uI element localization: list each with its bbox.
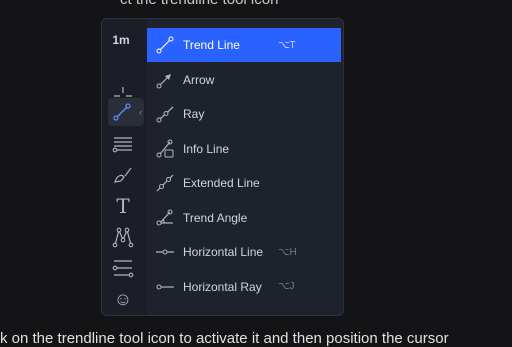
menu-item-label: Horizontal Line [183, 245, 264, 259]
shortcut-hint: ⌥H [278, 246, 297, 258]
extended-line-icon [147, 173, 183, 193]
menu-item-label: Ray [183, 107, 205, 121]
menu-item-extended-line[interactable]: Extended Line [147, 166, 341, 200]
menu-item-arrow[interactable]: Arrow [147, 63, 341, 97]
menu-item-label: Extended Line [183, 176, 260, 190]
menu-item-horizontal-ray[interactable]: Horizontal Ray ⌥J [147, 270, 341, 304]
menu-item-trend-line[interactable]: Trend Line ⌥T [147, 28, 341, 62]
prediction-tool[interactable] [108, 254, 138, 282]
menu-item-label: Info Line [183, 141, 230, 156]
menu-item-label: Arrow [183, 72, 215, 87]
drawing-tools-panel: 1m ‹ T ☺ Trend Line ⌥T Arrow Ray Info Li… [101, 18, 344, 316]
prediction-icon [112, 260, 134, 278]
chevron-left-icon: ‹ [139, 107, 142, 117]
trend-angle-icon [147, 208, 183, 228]
text-tool-icon: T [116, 194, 130, 218]
pattern-tool[interactable] [108, 223, 138, 251]
trend-line-tool[interactable]: ‹ [108, 98, 144, 126]
brush-icon [114, 167, 132, 183]
brush-tool[interactable] [108, 161, 138, 189]
line-tools-menu: Trend Line ⌥T Arrow Ray Info Line Extend… [147, 28, 343, 314]
trend-line-icon [147, 35, 183, 55]
caption-text: k on the trendline tool icon to activate… [0, 330, 449, 347]
menu-item-label: Trend Angle [183, 210, 248, 225]
emoji-icon: ☺ [113, 288, 133, 309]
horizontal-ray-icon [147, 277, 183, 297]
interval-label[interactable]: 1m [102, 33, 140, 47]
ray-icon [147, 104, 183, 124]
text-tool[interactable]: T [108, 192, 138, 220]
shortcut-hint: ⌥J [278, 281, 295, 292]
fib-retracement-icon [112, 137, 132, 153]
arrow-icon [147, 70, 183, 90]
top-text-fragment: ct the trendline tool icon [120, 0, 278, 8]
emoji-tool[interactable]: ☺ [108, 285, 138, 313]
horizontal-line-icon [147, 242, 183, 262]
menu-item-ray[interactable]: Ray [147, 97, 341, 131]
menu-item-info-line[interactable]: Info Line [147, 132, 341, 166]
info-line-icon [147, 139, 183, 159]
fib-retracement-tool[interactable] [108, 130, 138, 158]
trend-line-tool-icon [113, 103, 131, 121]
pattern-icon [112, 227, 134, 248]
menu-item-label: Trend Line [183, 38, 240, 52]
menu-item-horizontal-line[interactable]: Horizontal Line ⌥H [147, 235, 341, 269]
shortcut-hint: ⌥T [278, 39, 296, 51]
menu-item-label: Horizontal Ray [183, 279, 262, 294]
left-toolbar: 1m ‹ T ☺ [102, 19, 147, 315]
menu-item-trend-angle[interactable]: Trend Angle [147, 201, 341, 235]
